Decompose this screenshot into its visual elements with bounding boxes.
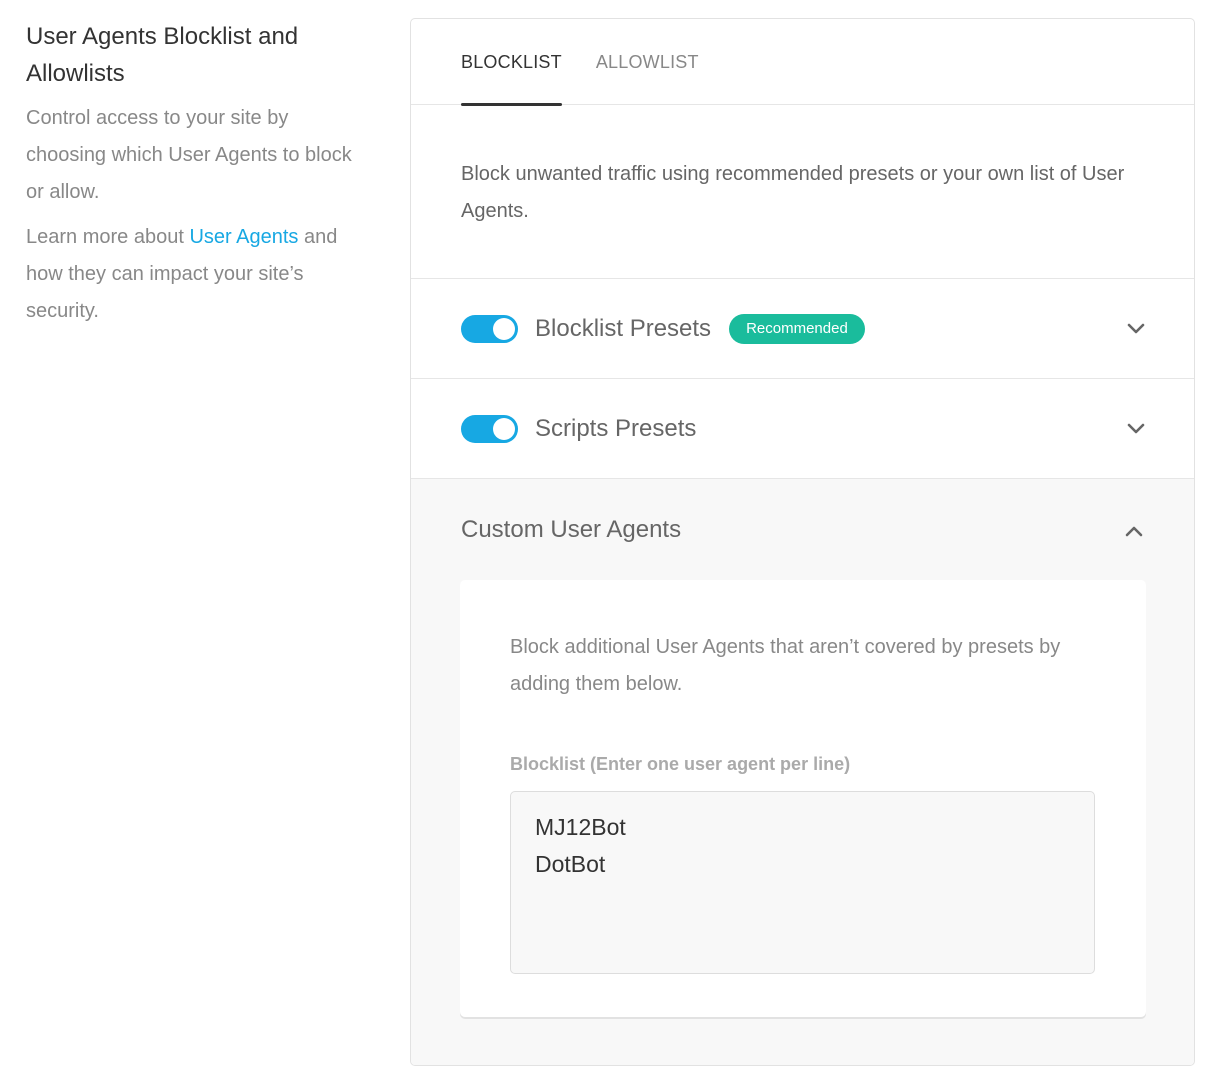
custom-user-agents-panel: Block additional User Agents that aren’t… bbox=[460, 580, 1146, 1017]
user-agents-card: BLOCKLIST ALLOWLIST Block unwanted traff… bbox=[410, 18, 1195, 1066]
blocklist-presets-toggle[interactable] bbox=[461, 314, 518, 343]
toggle-knob bbox=[493, 317, 515, 340]
blocklist-presets-label: Blocklist Presets bbox=[535, 314, 712, 342]
toggle-knob bbox=[493, 417, 515, 440]
custom-user-agents-description: Block additional User Agents that aren’t… bbox=[510, 636, 1061, 695]
learn-more-prefix: Learn more about bbox=[26, 226, 190, 248]
tab-allowlist[interactable]: ALLOWLIST bbox=[596, 19, 699, 105]
user-agents-link[interactable]: User Agents bbox=[189, 226, 298, 248]
blocklist-presets-row[interactable]: Blocklist Presets Recommended bbox=[411, 279, 1194, 379]
chevron-down-icon[interactable] bbox=[1126, 319, 1146, 339]
section-title: User Agents Blocklist and Allowlists bbox=[26, 23, 299, 87]
blocklist-field-label: Blocklist (Enter one user agent per line… bbox=[510, 754, 851, 774]
blocklist-textarea[interactable]: MJ12Bot DotBot bbox=[510, 791, 1095, 974]
custom-user-agents-section: Custom User Agents Block additional User… bbox=[411, 479, 1194, 1065]
blocklist-entry: DotBot bbox=[535, 851, 606, 877]
scripts-presets-toggle[interactable] bbox=[461, 414, 518, 443]
scripts-presets-row[interactable]: Scripts Presets bbox=[411, 379, 1194, 479]
learn-more-text: Learn more about User Agents and how the… bbox=[26, 219, 366, 330]
recommended-badge: Recommended bbox=[729, 313, 865, 344]
custom-user-agents-header[interactable]: Custom User Agents bbox=[411, 479, 1194, 580]
scripts-presets-label: Scripts Presets bbox=[535, 414, 697, 442]
custom-user-agents-title: Custom User Agents bbox=[461, 515, 682, 543]
chevron-up-icon[interactable] bbox=[1124, 521, 1144, 541]
section-description-text: Control access to your site by choosing … bbox=[26, 107, 352, 203]
section-description: User Agents Blocklist and Allowlists Con… bbox=[26, 18, 366, 330]
tab-blocklist[interactable]: BLOCKLIST bbox=[461, 19, 562, 106]
tab-bar: BLOCKLIST ALLOWLIST bbox=[411, 19, 1194, 106]
chevron-down-icon[interactable] bbox=[1126, 419, 1146, 439]
blocklist-entry: MJ12Bot bbox=[535, 814, 626, 840]
blocklist-intro: Block unwanted traffic using recommended… bbox=[411, 105, 1194, 279]
